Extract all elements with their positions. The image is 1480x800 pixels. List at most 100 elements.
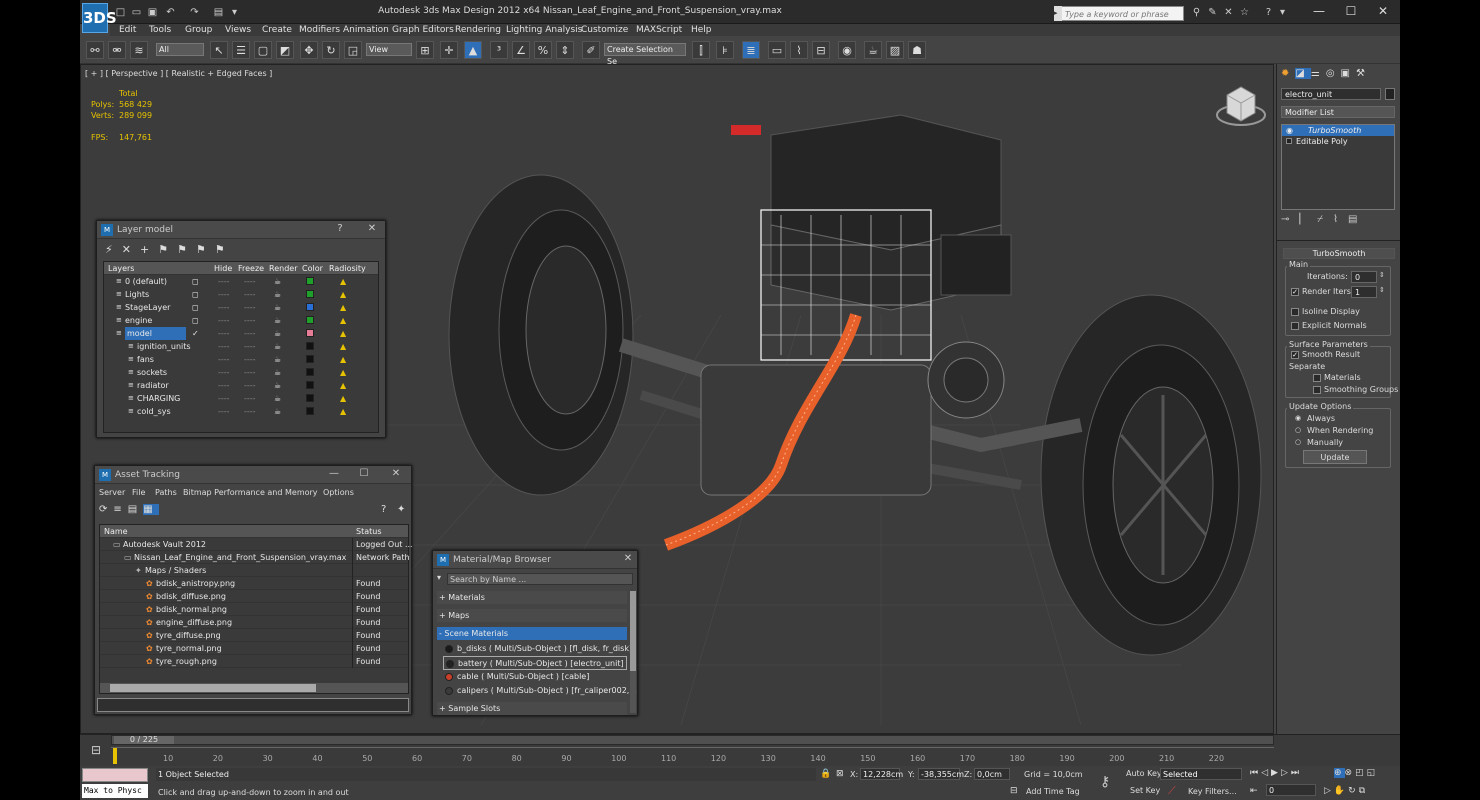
turbosmooth-rollout-header[interactable]: TurboSmooth — [1283, 248, 1395, 259]
auto-key-button[interactable]: Auto Key — [1126, 769, 1162, 778]
make-unique-icon[interactable]: ⌿ — [1317, 214, 1333, 225]
column-freeze[interactable]: Freeze — [238, 262, 264, 275]
render-production-icon[interactable]: ☗ — [908, 41, 926, 59]
radiosity-icon[interactable]: ▲ — [340, 301, 346, 314]
freeze-toggle[interactable]: ---- — [244, 366, 256, 379]
selection-filter-dropdown[interactable]: All — [156, 43, 204, 56]
display-tab-icon[interactable]: ▣ — [1341, 68, 1356, 79]
help-icon[interactable]: ? — [1262, 6, 1275, 19]
current-frame-field[interactable]: 0 — [1266, 784, 1316, 796]
asset-row[interactable]: ✿ bdisk_normal.png Found — [100, 603, 408, 616]
stack-item-turbosmooth[interactable]: ◉ TurboSmooth — [1282, 125, 1394, 136]
asset-row[interactable]: ▭ Nissan_Leaf_Engine_and_Front_Suspension… — [100, 551, 410, 564]
zoom-extents-icon[interactable]: ◰ — [1355, 768, 1367, 778]
goto-end-icon[interactable]: ⏭ — [1291, 768, 1302, 778]
menu-tools[interactable]: Tools — [149, 24, 171, 36]
layer-color-swatch[interactable] — [306, 303, 314, 311]
hide-all-icon[interactable]: ⚑ — [196, 243, 215, 256]
layer-row[interactable]: ≡ StageLayer ◻ ---- ---- ☕ ▲ — [104, 301, 378, 314]
motion-tab-icon[interactable]: ◎ — [1326, 68, 1341, 79]
asset-row[interactable]: ✿ bdisk_anistropy.png Found — [100, 577, 408, 590]
scale-icon[interactable]: ◲ — [344, 41, 362, 59]
zoom-icon[interactable]: ⊕ — [1334, 768, 1345, 778]
maximize-icon[interactable]: ☐ — [1336, 3, 1366, 19]
layer-manager-icon[interactable]: ≣ — [742, 41, 760, 59]
render-teapot-icon[interactable]: ☕ — [274, 301, 281, 314]
refresh-icon[interactable]: ⟳ — [99, 504, 113, 515]
pin-stack-icon[interactable]: ⊸ — [1281, 214, 1299, 225]
section-scene-materials[interactable]: - Scene Materials — [437, 627, 627, 640]
layer-row[interactable]: ≡ fans ---- ---- ☕ ▲ — [104, 353, 378, 366]
radiosity-icon[interactable]: ▲ — [340, 288, 346, 301]
mirror-icon[interactable]: ⫿ — [692, 41, 710, 59]
utilities-tab-icon[interactable]: ⚒ — [1356, 68, 1371, 79]
selection-lock-icon[interactable]: 🔒 — [820, 769, 831, 779]
render-iters-spinner[interactable]: 1 — [1351, 286, 1377, 298]
current-layer-check-icon[interactable]: ✓ — [192, 327, 199, 340]
menu-help[interactable]: Help — [691, 24, 712, 36]
hide-toggle[interactable]: ---- — [218, 288, 230, 301]
asset-row[interactable]: ✿ bdisk_diffuse.png Found — [100, 590, 408, 603]
edit-named-selection-icon[interactable]: ✐ — [582, 41, 600, 59]
menu-group[interactable]: Group — [185, 24, 212, 36]
zoom-all-icon[interactable]: ⊗ — [1345, 768, 1356, 778]
add-to-layer-icon[interactable]: + — [140, 243, 158, 256]
freeze-toggle[interactable]: ---- — [244, 327, 256, 340]
add-time-tag[interactable]: Add Time Tag — [1026, 787, 1080, 796]
active-layer-icon[interactable]: ◻ — [192, 275, 199, 288]
graphite-ribbon-icon[interactable]: ▭ — [768, 41, 786, 59]
named-selection-dropdown[interactable]: Create Selection Se — [604, 43, 686, 66]
radiosity-icon[interactable]: ▲ — [340, 275, 346, 288]
scene-material-item[interactable]: b_disks ( Multi/Sub-Object ) [fl_disk, f… — [443, 642, 632, 656]
layer-row[interactable]: ≡ Lights ◻ ---- ---- ☕ ▲ — [104, 288, 378, 301]
subscription-icon[interactable]: ✎ — [1206, 6, 1219, 19]
asset-row[interactable]: ✿ engine_diffuse.png Found — [100, 616, 408, 629]
asset-row[interactable]: ▭ Autodesk Vault 2012 Logged Out ... — [100, 538, 413, 551]
radiosity-icon[interactable]: ▲ — [340, 340, 346, 353]
scrollbar-thumb[interactable] — [630, 591, 636, 671]
asset-row[interactable]: ✿ tyre_normal.png Found — [100, 642, 408, 655]
render-teapot-icon[interactable]: ☕ — [274, 314, 281, 327]
menu-animation[interactable]: Animation — [343, 24, 389, 36]
column-hide[interactable]: Hide — [214, 262, 232, 275]
move-icon[interactable]: ✥ — [300, 41, 318, 59]
menu-rendering[interactable]: Rendering — [455, 24, 501, 36]
maximize-viewport-icon[interactable]: ⧉ — [1359, 786, 1368, 796]
render-teapot-icon[interactable]: ☕ — [274, 353, 281, 366]
render-teapot-icon[interactable]: ☕ — [274, 366, 281, 379]
angle-snap-icon[interactable]: ∠ — [512, 41, 530, 59]
always-radio[interactable]: ◉ — [1295, 414, 1301, 422]
z-coordinate-field[interactable]: 0,0cm — [974, 768, 1010, 780]
select-by-name-icon[interactable]: ☰ — [232, 41, 250, 59]
layer-color-swatch[interactable] — [306, 277, 314, 285]
menu-modifiers[interactable]: Modifiers — [299, 24, 340, 36]
prev-frame-icon[interactable]: ◁ — [1261, 768, 1271, 778]
reference-coordinate-dropdown[interactable]: View — [366, 43, 412, 56]
render-teapot-icon[interactable]: ☕ — [274, 340, 281, 353]
smooth-result-checkbox[interactable]: ✓ — [1291, 351, 1299, 359]
key-filters-button[interactable]: Key Filters... — [1188, 787, 1237, 796]
maxscript-listener-pink[interactable] — [82, 768, 148, 782]
set-key-button[interactable]: Set Key — [1130, 786, 1160, 795]
materials-checkbox[interactable] — [1313, 374, 1321, 382]
lightbulb-icon[interactable]: ◉ — [1286, 125, 1293, 136]
remove-modifier-icon[interactable]: ⌇ — [1333, 214, 1348, 225]
hide-toggle[interactable]: ---- — [218, 405, 230, 418]
radiosity-icon[interactable]: ▲ — [340, 405, 346, 418]
select-manipulate-icon[interactable]: ✛ — [440, 41, 458, 59]
freeze-toggle[interactable]: ---- — [244, 392, 256, 405]
spinner-arrows-icon[interactable]: ⇕ — [1379, 286, 1385, 294]
show-end-result-icon[interactable]: ▏ — [1299, 214, 1317, 225]
keyboard-shortcut-override-icon[interactable]: ▲ — [464, 41, 482, 59]
asset-menu-file[interactable]: File — [132, 488, 145, 497]
column-status[interactable]: Status — [356, 525, 382, 538]
menu-edit[interactable]: Edit — [119, 24, 136, 36]
y-coordinate-field[interactable]: -38,355cm — [918, 768, 964, 780]
hide-toggle[interactable]: ---- — [218, 275, 230, 288]
goto-start-icon[interactable]: ⏮ — [1250, 768, 1261, 778]
column-color[interactable]: Color — [302, 262, 323, 275]
hide-toggle[interactable]: ---- — [218, 340, 230, 353]
help-dropdown-icon[interactable]: ▾ — [1276, 6, 1289, 19]
menu-maxscript[interactable]: MAXScript — [636, 24, 682, 36]
scene-material-item[interactable]: cable ( Multi/Sub-Object ) [cable] — [443, 670, 627, 684]
